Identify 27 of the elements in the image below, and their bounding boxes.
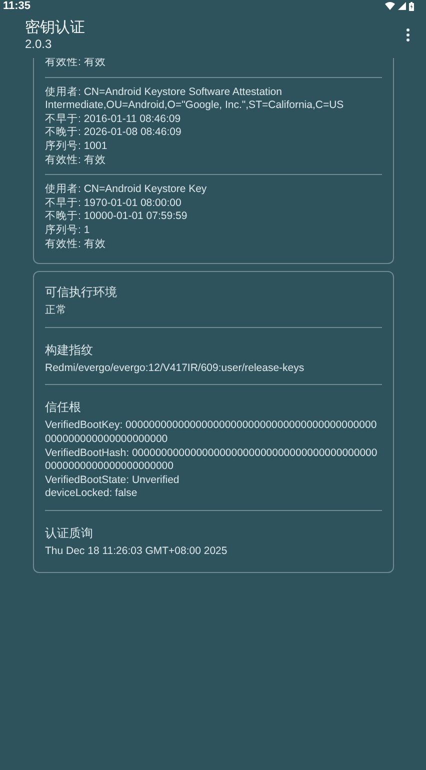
section-value: 正常 xyxy=(45,304,68,318)
certificate-detail: 有效性: 有效 xyxy=(45,238,107,252)
certificate-detail: 不晚于: 2026-01-08 08:46:09 xyxy=(45,126,182,140)
certificate-detail: 使用者: CN=Android Keystore Key xyxy=(45,183,208,197)
section-value: deviceLocked: false xyxy=(45,487,138,501)
section-title: 可信执行环境 xyxy=(45,284,118,300)
certificate-detail: 序列号: 1001 xyxy=(45,140,108,154)
app-title: 密钥认证 xyxy=(25,18,85,37)
signal-icon xyxy=(398,2,406,10)
certificate-detail: 有效性: 有效 xyxy=(45,154,107,168)
section-value: VerifiedBootState: Unverified xyxy=(45,474,180,488)
more-options-icon[interactable] xyxy=(404,26,412,44)
status-time: 11:35 xyxy=(3,0,31,12)
certificate-detail: 序列号: 1 xyxy=(45,224,91,238)
section-value: Thu Dec 18 11:26:03 GMT+08:00 2025 xyxy=(45,544,228,558)
section-title: 信任根 xyxy=(45,399,82,416)
wifi-icon xyxy=(385,2,395,10)
app-version: 2.0.3 xyxy=(25,37,53,52)
section-value: Redmi/evergo/evergo:12/V417IR/609:user/release-keys xyxy=(45,362,306,376)
section-title: 构建指纹 xyxy=(45,342,94,358)
certificate-detail: 不早于: 2016-01-11 08:46:09 xyxy=(45,112,182,126)
certificate-detail: 不晚于: 10000-01-01 07:59:59 xyxy=(45,210,188,224)
section-value: VerifiedBootHash: 0000000000000000000000000000000000000000000000000000000000000000 xyxy=(45,446,378,474)
certificate-detail: 使用者: CN=Android Keystore Software Attestation Intermediate,OU=Android,O="Google, Inc.",ST=California,C=US xyxy=(45,86,345,113)
section-title: 认证质询 xyxy=(45,524,94,541)
certificate-detail: 不早于: 1970-01-01 08:00:00 xyxy=(45,196,182,210)
section-value: VerifiedBootKey: 0000000000000000000000000000000000000000000000000000000000000000 xyxy=(45,419,378,446)
